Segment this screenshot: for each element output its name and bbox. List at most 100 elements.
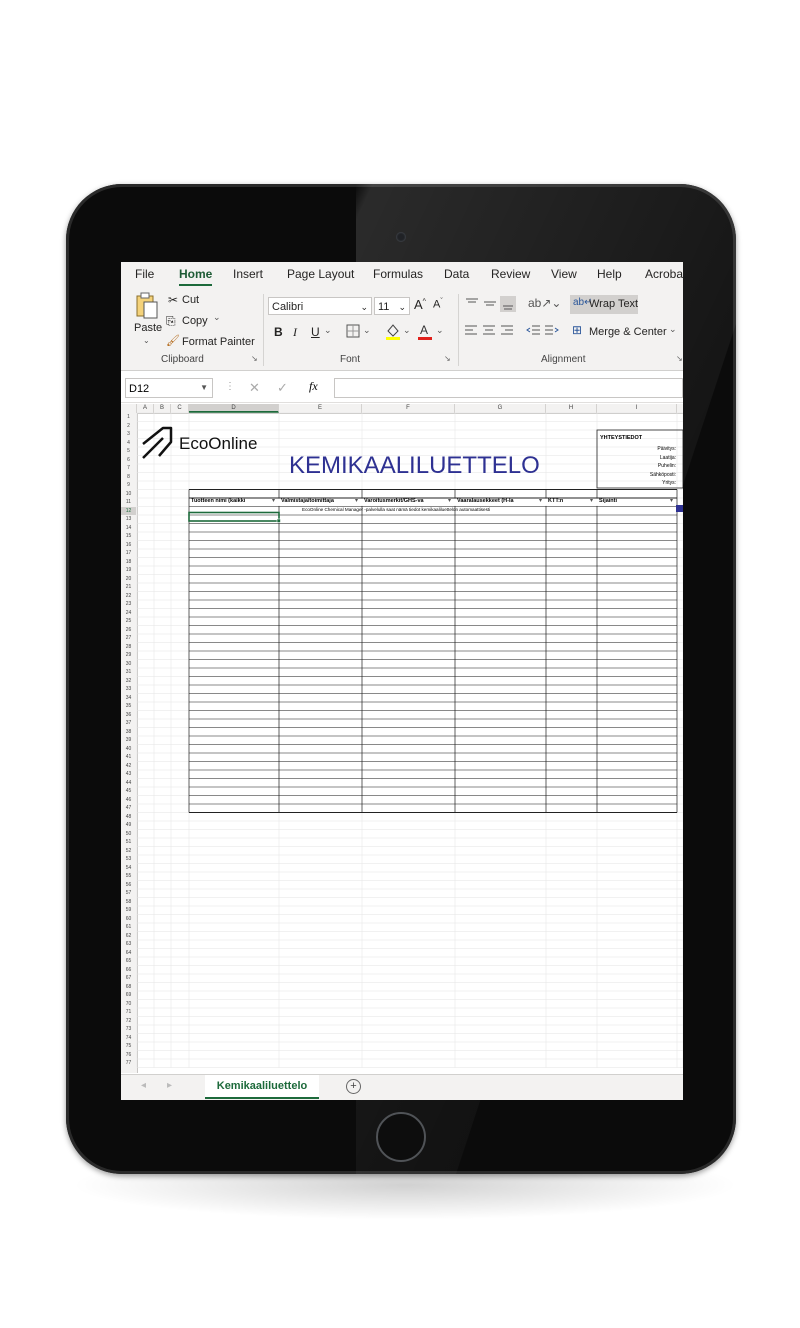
font-name-value: Calibri [272, 301, 304, 313]
logo-text: EcoOnline [179, 434, 257, 453]
wrap-text-button[interactable]: ab↵ Wrap Text [570, 295, 638, 314]
filter-dropdown-icon[interactable]: ▾ [448, 498, 451, 504]
divider [458, 294, 459, 366]
copy-button[interactable]: Copy [182, 315, 208, 327]
paste-button[interactable]: Paste [134, 322, 162, 334]
tab-insert[interactable]: Insert [233, 267, 263, 281]
contact-box-title: YHTEYSTIEDOT [600, 435, 643, 441]
indent-icons[interactable] [526, 324, 560, 338]
header-sds: KTT:n [548, 498, 564, 504]
filter-dropdown-icon[interactable]: ▾ [272, 498, 275, 504]
divider [263, 294, 264, 366]
insert-function-button[interactable]: fx [309, 379, 318, 394]
shrink-font-button[interactable]: Aˇ [433, 298, 443, 311]
header-location: Sijainti [599, 498, 618, 504]
tab-data[interactable]: Data [444, 267, 469, 281]
name-box[interactable]: D12 ▼ [125, 378, 213, 398]
cancel-icon[interactable]: ✕ [249, 380, 260, 396]
cell-reference: D12 [129, 383, 150, 395]
tab-file[interactable]: File [135, 267, 154, 281]
font-launcher-icon[interactable]: ↘ [444, 354, 451, 363]
tab-home[interactable]: Home [179, 267, 213, 286]
home-button[interactable] [376, 1112, 426, 1162]
info-label-email: Sähköposti: [650, 472, 676, 478]
underline-button[interactable]: U [311, 325, 320, 339]
selected-cell[interactable] [188, 511, 280, 522]
ribbon: Paste ⌄ ✂ Cut ⎘ Copy ⌄ 🖌 Format Painter … [121, 288, 683, 371]
chevron-down-icon: ⌄ [398, 302, 406, 312]
borders-dropdown-icon[interactable]: ⌄ [363, 325, 371, 336]
camera-icon [396, 232, 406, 242]
vertical-align-icons[interactable] [464, 296, 524, 312]
font-color-dropdown-icon[interactable]: ⌄ [436, 325, 444, 336]
more-icon: ⋮ [225, 381, 235, 392]
grow-font-button[interactable]: A^ [414, 297, 426, 312]
header-manufacturer: Valmistaja/toimittaja [281, 498, 335, 504]
cut-button[interactable]: Cut [182, 294, 199, 306]
sheet-tab-kemikaaliluettelo[interactable]: Kemikaaliluettelo [205, 1075, 319, 1099]
info-label-phone: Puhelin: [658, 463, 676, 469]
svg-text:A: A [420, 323, 428, 337]
enter-icon[interactable]: ✓ [277, 380, 288, 396]
formula-bar: D12 ▼ ⋮ ✕ ✓ fx [121, 372, 683, 403]
merge-dropdown-icon[interactable]: ⌄ [669, 324, 677, 335]
fill-color-dropdown-icon[interactable]: ⌄ [403, 325, 411, 336]
alignment-launcher-icon[interactable]: ↘ [676, 354, 683, 363]
copy-dropdown-icon[interactable]: ⌄ [213, 312, 221, 323]
ribbon-tabs: File Home Insert Page Layout Formulas Da… [121, 262, 683, 288]
orientation-icon[interactable]: ab↗⌄ [528, 296, 561, 310]
tab-page-layout[interactable]: Page Layout [287, 267, 354, 281]
sheet-tab-bar: ◂ ▸ Kemikaaliluettelo + [121, 1074, 683, 1100]
note-text: EcoOnline Chemical Manager -palvelulla s… [302, 507, 490, 512]
filter-dropdown-icon[interactable]: ▾ [539, 498, 542, 504]
paste-icon[interactable] [135, 292, 159, 320]
wrap-text-label: Wrap Text [589, 298, 639, 310]
header-h-statements: Vaaralausekkeet (H-la [457, 498, 515, 504]
scroll-right-icon[interactable]: ▸ [167, 1080, 172, 1091]
merge-center-button[interactable]: Merge & Center [589, 326, 667, 338]
font-color-icon[interactable]: A [417, 322, 433, 340]
worksheet-grid[interactable]: A B C D E F G H I 1 2 3 4 5 6 7 8 9 10 11 12 13 14 15 1… [121, 404, 683, 1074]
format-painter-icon: 🖌 [166, 335, 180, 347]
paste-dropdown-icon[interactable]: ⌄ [143, 336, 150, 345]
info-label-company: Yritys: [662, 480, 676, 486]
info-label-updated: Päivitys: [657, 446, 676, 452]
font-name-select[interactable]: Calibri ⌄ [268, 297, 372, 315]
fill-color-icon[interactable] [385, 322, 401, 340]
bold-button[interactable]: B [274, 325, 283, 339]
cut-icon: ✂ [168, 293, 179, 307]
font-group-label: Font [340, 354, 361, 365]
chevron-down-icon: ⌄ [360, 302, 368, 312]
copy-icon: ⎘ [166, 314, 176, 328]
alignment-group-label: Alignment [541, 354, 586, 365]
sheet-tab-label: Kemikaaliluettelo [216, 1080, 308, 1092]
font-size-select[interactable]: 11 ⌄ [374, 297, 410, 315]
underline-dropdown-icon[interactable]: ⌄ [324, 325, 332, 336]
excel-window: File Home Insert Page Layout Formulas Da… [121, 262, 683, 1100]
horizontal-align-icons[interactable] [464, 324, 516, 338]
clipboard-group-label: Clipboard [161, 354, 204, 365]
info-label-author: Laatija: [660, 455, 676, 461]
ecoonline-logo-icon [142, 426, 173, 459]
sheet-title: KEMIKAALILUETTELO [289, 452, 540, 479]
chevron-down-icon: ▼ [200, 383, 208, 392]
cell-grid: EcoOnline KEMIKAALILUETTELO YHTEYSTIEDOT… [136, 412, 683, 1068]
tab-review[interactable]: Review [491, 267, 530, 281]
tab-formulas[interactable]: Formulas [373, 267, 423, 281]
filter-dropdown-icon[interactable]: ▾ [670, 498, 673, 504]
tab-acrobat[interactable]: Acrobat [645, 267, 683, 281]
filter-dropdown-icon[interactable]: ▾ [590, 498, 593, 504]
header-product-name: Tuotteen nimi (kaikki [191, 498, 246, 504]
italic-button[interactable]: I [293, 325, 297, 340]
tab-view[interactable]: View [551, 267, 577, 281]
format-painter-button[interactable]: Format Painter [182, 336, 255, 348]
formula-input[interactable] [334, 378, 683, 398]
filter-dropdown-icon[interactable]: ▾ [355, 498, 358, 504]
clipboard-launcher-icon[interactable]: ↘ [251, 354, 258, 363]
scroll-left-icon[interactable]: ◂ [141, 1080, 146, 1091]
tab-help[interactable]: Help [597, 267, 622, 281]
add-sheet-button[interactable]: + [346, 1079, 361, 1094]
header-ghs: Varoitusmerkit/GHS-va [364, 498, 425, 504]
borders-icon[interactable] [346, 324, 360, 338]
fill-handle[interactable] [276, 518, 281, 523]
